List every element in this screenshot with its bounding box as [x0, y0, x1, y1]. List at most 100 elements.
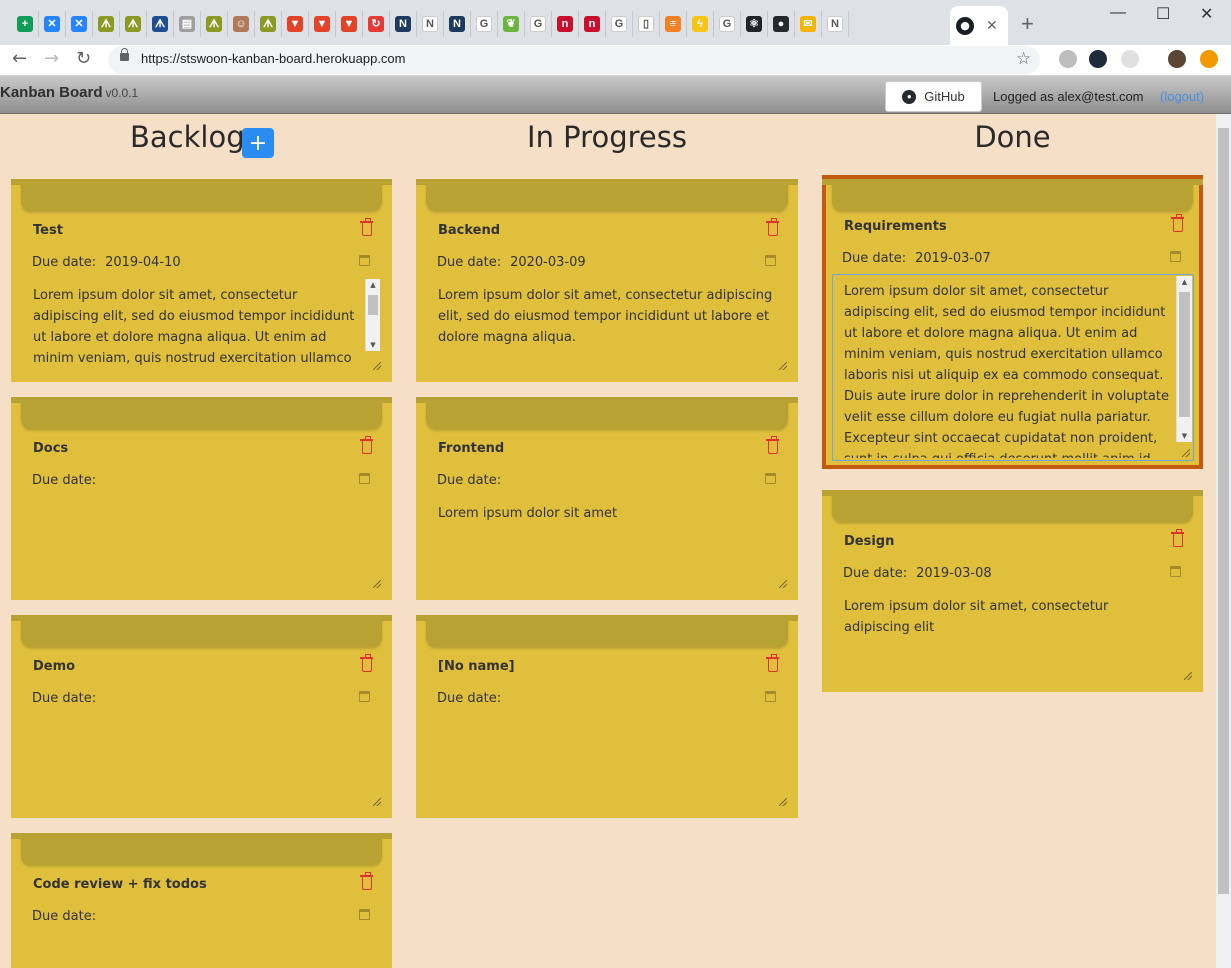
browser-tab[interactable]: ᗑ: [255, 11, 282, 37]
trash-icon[interactable]: [766, 654, 779, 672]
forward-icon[interactable]: →: [44, 48, 59, 69]
due-date[interactable]: Due date: 2019-03-08: [843, 566, 992, 581]
browser-tab[interactable]: ▼: [336, 11, 363, 37]
resize-grip-icon[interactable]: [373, 362, 381, 370]
browser-tab[interactable]: ≡: [660, 11, 687, 37]
card-title[interactable]: Requirements: [844, 219, 947, 234]
card-frontend[interactable]: Frontend Due date: Lorem ipsum dolor sit…: [416, 397, 798, 600]
card-title[interactable]: [No name]: [438, 659, 515, 674]
browser-tab[interactable]: N: [417, 11, 444, 37]
browser-tab[interactable]: N: [822, 11, 849, 37]
new-tab-button[interactable]: +: [1021, 11, 1034, 37]
browser-tab[interactable]: ❦: [498, 11, 525, 37]
due-date[interactable]: Due date:: [437, 691, 510, 706]
browser-tab[interactable]: G: [606, 11, 633, 37]
resize-grip-icon[interactable]: [1182, 449, 1190, 457]
trash-icon[interactable]: [360, 872, 373, 890]
card-drag-handle[interactable]: [822, 179, 1203, 211]
browser-tab[interactable]: ᗑ: [201, 11, 228, 37]
github-button[interactable]: ● GitHub: [885, 81, 982, 112]
browser-tab[interactable]: n: [552, 11, 579, 37]
profile-avatar[interactable]: [1168, 50, 1186, 68]
browser-tab[interactable]: +: [12, 11, 39, 37]
add-card-button[interactable]: +: [242, 128, 274, 158]
browser-tab[interactable]: ☺: [228, 11, 255, 37]
due-date[interactable]: Due date:: [437, 473, 510, 488]
calendar-icon[interactable]: [359, 473, 370, 484]
card-title[interactable]: Design: [844, 534, 894, 549]
card-title[interactable]: Frontend: [438, 441, 504, 456]
calendar-icon[interactable]: [359, 691, 370, 702]
card-description[interactable]: Lorem ipsum dolor sit amet, consectetur …: [33, 285, 362, 369]
trash-icon[interactable]: [360, 436, 373, 454]
browser-tab[interactable]: ▤: [174, 11, 201, 37]
due-date-value[interactable]: 2019-03-07: [915, 251, 991, 266]
close-tab-icon[interactable]: ✕: [986, 18, 998, 34]
due-date[interactable]: Due date:: [32, 909, 105, 924]
trash-icon[interactable]: [1171, 214, 1184, 232]
trash-icon[interactable]: [1171, 529, 1184, 547]
active-tab[interactable]: ● ✕: [950, 6, 1008, 45]
due-date-value[interactable]: 2019-04-10: [105, 255, 181, 270]
trash-icon[interactable]: [360, 218, 373, 236]
card-drag-handle[interactable]: [11, 397, 392, 429]
due-date[interactable]: Due date: 2019-03-07: [842, 251, 991, 266]
minimize-icon[interactable]: —: [1110, 4, 1126, 22]
trash-icon[interactable]: [766, 218, 779, 236]
card-description[interactable]: Lorem ipsum dolor sit amet, consectetur …: [844, 281, 1171, 458]
page-scroll-thumb[interactable]: [1218, 128, 1229, 894]
card-drag-handle[interactable]: [11, 179, 392, 211]
scroll-up-icon[interactable]: ▲: [366, 279, 380, 291]
due-date[interactable]: Due date:: [32, 691, 105, 706]
calendar-icon[interactable]: [359, 909, 370, 920]
logout-link[interactable]: (logout): [1160, 89, 1204, 104]
maximize-icon[interactable]: ☐: [1156, 4, 1170, 24]
trash-icon[interactable]: [766, 436, 779, 454]
due-date-value[interactable]: 2019-03-08: [916, 566, 992, 581]
card-test[interactable]: Test Due date: 2019-04-10 Lorem ipsum dol…: [11, 179, 392, 382]
resize-grip-icon[interactable]: [1184, 672, 1192, 680]
extension-icon[interactable]: [1059, 50, 1077, 68]
card-drag-handle[interactable]: [11, 615, 392, 647]
calendar-icon[interactable]: [765, 473, 776, 484]
browser-tab[interactable]: ✉: [795, 11, 822, 37]
scroll-down-icon[interactable]: ▼: [1177, 430, 1192, 442]
resize-grip-icon[interactable]: [779, 798, 787, 806]
react-devtools-icon[interactable]: [1089, 50, 1107, 68]
calendar-icon[interactable]: [765, 691, 776, 702]
due-date[interactable]: Due date: 2020-03-09: [437, 255, 586, 270]
card-description[interactable]: Lorem ipsum dolor sit amet, consectetur …: [844, 596, 1164, 638]
browser-tab[interactable]: ●: [768, 11, 795, 37]
browser-tab[interactable]: ᗑ: [120, 11, 147, 37]
bookmark-star-icon[interactable]: ☆: [1016, 49, 1031, 69]
card-description[interactable]: Lorem ipsum dolor sit amet, consectetur …: [438, 285, 778, 348]
card-drag-handle[interactable]: [416, 397, 798, 429]
browser-tab[interactable]: G: [714, 11, 741, 37]
due-date[interactable]: Due date: 2019-04-10: [32, 255, 181, 270]
resize-grip-icon[interactable]: [373, 798, 381, 806]
reload-icon[interactable]: ↻: [76, 48, 91, 69]
description-scrollbar[interactable]: ▲ ▼: [365, 279, 380, 351]
browser-tab[interactable]: ▯: [633, 11, 660, 37]
scroll-thumb[interactable]: [1179, 292, 1190, 417]
browser-tab[interactable]: ✕: [39, 11, 66, 37]
scroll-down-icon[interactable]: ▼: [366, 339, 380, 351]
browser-tab[interactable]: ▼: [309, 11, 336, 37]
update-icon[interactable]: [1200, 50, 1218, 68]
browser-tab[interactable]: N: [444, 11, 471, 37]
url-text[interactable]: https://stswoon-kanban-board.herokuapp.c…: [141, 51, 406, 66]
card-drag-handle[interactable]: [822, 490, 1203, 522]
card-no-name[interactable]: [No name] Due date:: [416, 615, 798, 818]
back-icon[interactable]: ←: [12, 48, 27, 69]
browser-tab[interactable]: ↻: [363, 11, 390, 37]
card-code-review[interactable]: Code review + fix todos Due date:: [11, 833, 392, 968]
card-description[interactable]: Lorem ipsum dolor sit amet: [438, 503, 778, 524]
resize-grip-icon[interactable]: [373, 580, 381, 588]
description-textarea-focused[interactable]: Lorem ipsum dolor sit amet, consectetur …: [832, 274, 1194, 461]
card-demo[interactable]: Demo Due date:: [11, 615, 392, 818]
card-backend[interactable]: Backend Due date: 2020-03-09 Lorem ipsum …: [416, 179, 798, 382]
trash-icon[interactable]: [360, 654, 373, 672]
calendar-icon[interactable]: [1170, 251, 1181, 262]
browser-tab[interactable]: ▼: [282, 11, 309, 37]
resize-grip-icon[interactable]: [779, 580, 787, 588]
